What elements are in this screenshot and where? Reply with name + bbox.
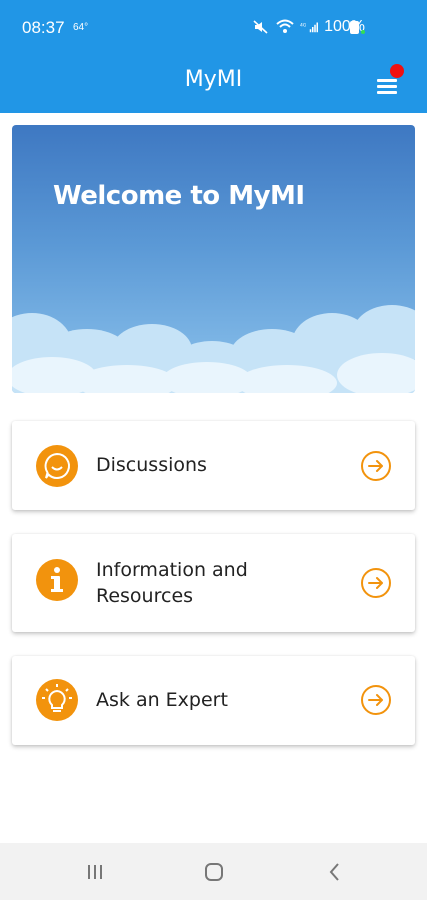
welcome-banner: Welcome to MyMI: [12, 125, 415, 393]
status-temperature: 64°: [73, 22, 89, 33]
app-bar: MyMI: [0, 58, 427, 113]
label-line-1: Information and: [96, 559, 248, 581]
information-resources-card[interactable]: Information and Resources: [12, 534, 415, 632]
battery-icon: [350, 21, 359, 34]
status-right-group: 4G 100%: [252, 18, 365, 36]
discussions-card[interactable]: Discussions: [12, 421, 415, 510]
arrow-right-circle-icon[interactable]: [360, 684, 392, 716]
signal-icon: 4G: [300, 22, 319, 33]
svg-text:4G: 4G: [300, 22, 307, 28]
status-time: 08:37: [22, 18, 65, 37]
discussions-label: Discussions: [96, 454, 207, 476]
notification-badge: [390, 64, 404, 78]
system-navigation-bar: [0, 843, 427, 900]
clouds-illustration: [12, 305, 415, 393]
arrow-right-circle-icon[interactable]: [360, 450, 392, 482]
lightbulb-icon: [36, 679, 78, 721]
app-title: MyMI: [184, 67, 243, 92]
ask-expert-card[interactable]: Ask an Expert: [12, 656, 415, 745]
status-indicator-dot: [361, 30, 365, 34]
info-icon: [36, 559, 78, 601]
information-resources-label: Information and Resources: [96, 557, 248, 609]
menu-icon: [377, 79, 397, 82]
menu-button[interactable]: [372, 64, 406, 100]
back-icon[interactable]: [320, 859, 350, 885]
wifi-icon: [276, 19, 294, 33]
status-bar: 08:37 64° 4G 100%: [0, 0, 427, 58]
recents-icon[interactable]: [80, 859, 110, 885]
arrow-right-circle-icon[interactable]: [360, 567, 392, 599]
mute-icon: [253, 20, 268, 34]
label-line-2: Resources: [96, 585, 194, 607]
ask-expert-label: Ask an Expert: [96, 689, 228, 711]
menu-icon-line: [377, 91, 397, 94]
chat-bubble-icon: [36, 445, 78, 487]
home-icon[interactable]: [199, 859, 229, 885]
welcome-title: Welcome to MyMI: [53, 181, 305, 211]
menu-icon-line: [377, 85, 397, 88]
